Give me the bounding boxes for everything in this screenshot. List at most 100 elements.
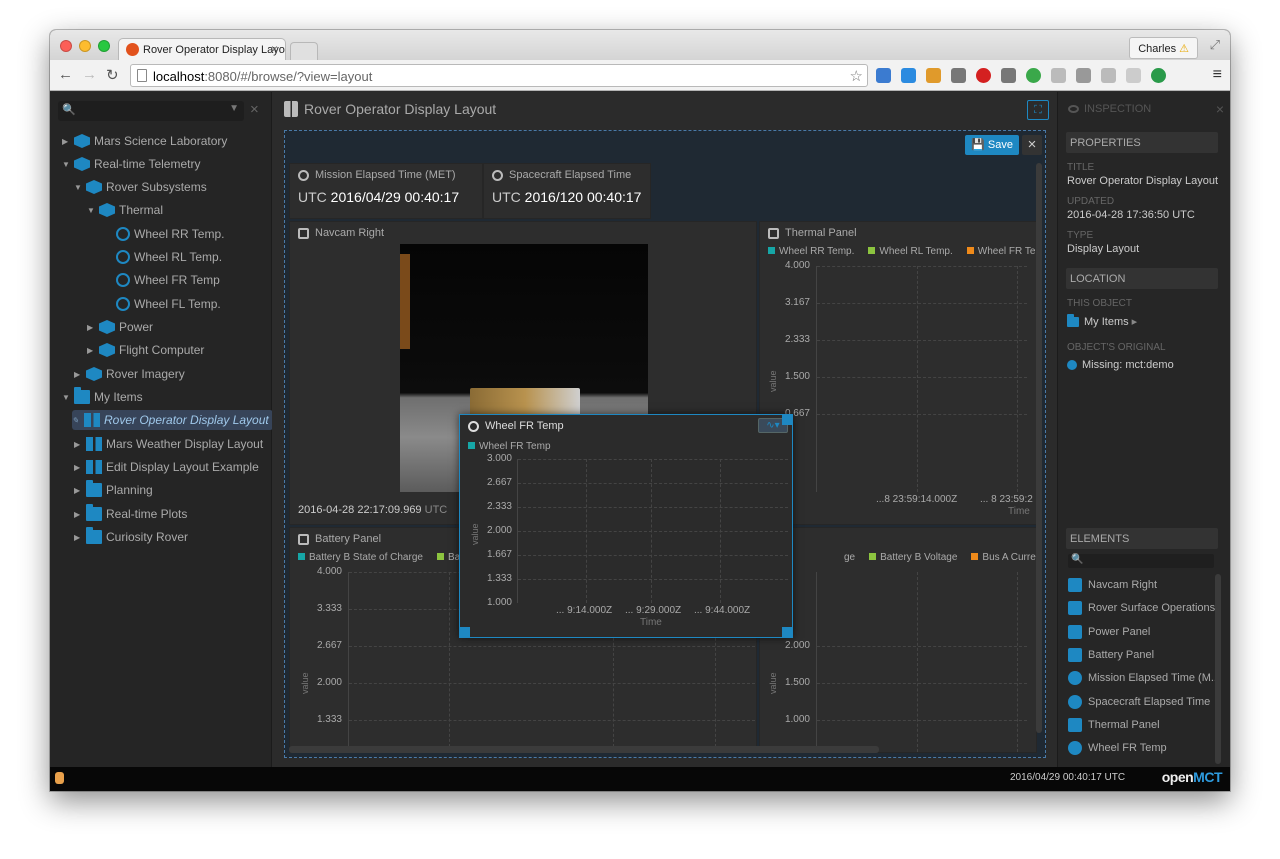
tree-item[interactable]: ▶ Edit Display Layout Example — [74, 457, 259, 477]
type-value: Display Layout — [1067, 243, 1140, 255]
plot-legend: ge Battery B Voltage Bus A Curre — [844, 552, 1036, 563]
recycle-icon[interactable] — [1001, 68, 1016, 83]
extension-icon[interactable] — [976, 68, 991, 83]
y-tick: 2.333 — [486, 501, 512, 512]
pencil-icon: ✎ — [72, 415, 79, 425]
collapse-arrow-icon[interactable]: ▼ — [74, 183, 84, 192]
save-button[interactable]: 💾 Save — [965, 135, 1019, 155]
extension-icon[interactable] — [951, 68, 966, 83]
resize-handle[interactable] — [782, 415, 792, 425]
dropdown-icon[interactable]: ▼ — [229, 103, 239, 114]
element-item[interactable]: Spacecraft Elapsed Time — [1068, 695, 1210, 709]
resize-handle[interactable] — [460, 627, 470, 637]
element-item[interactable]: Battery Panel — [1068, 648, 1154, 662]
expand-arrow-icon[interactable]: ▶ — [74, 440, 84, 449]
tree-item[interactable]: Wheel RL Temp. — [104, 247, 222, 267]
tree-item[interactable]: ▶ Rover Imagery — [74, 364, 185, 384]
zoom-window-button[interactable] — [98, 40, 110, 52]
extension-icon[interactable] — [1026, 68, 1041, 83]
tree-item[interactable]: ▼ Rover Subsystems — [74, 177, 207, 197]
elements-search-input[interactable]: 🔍 — [1068, 554, 1214, 568]
tree-item[interactable]: ▶ Mars Science Laboratory — [62, 131, 227, 151]
tree-item[interactable]: ▶ Curiosity Rover — [74, 527, 188, 547]
collapse-arrow-icon[interactable]: ▼ — [62, 160, 72, 169]
expand-arrow-icon[interactable]: ▶ — [87, 323, 97, 332]
tree-item[interactable]: ▶ Power — [87, 317, 153, 337]
browser-tab[interactable]: Rover Operator Display Layout × — [118, 38, 286, 60]
fullscreen-button[interactable]: ⛶ — [1027, 100, 1049, 120]
collapse-arrow-icon[interactable]: ▼ — [87, 206, 97, 215]
tree-item[interactable]: ▼ My Items — [62, 387, 143, 407]
close-window-button[interactable] — [60, 40, 72, 52]
resize-handle[interactable] — [782, 627, 792, 637]
extension-icon[interactable] — [1126, 68, 1141, 83]
power-plot-area[interactable] — [816, 572, 1027, 752]
close-edit-button[interactable]: × — [1022, 135, 1042, 155]
element-item[interactable]: Wheel FR Temp — [1068, 741, 1167, 755]
element-item[interactable]: Rover Surface Operations — [1068, 601, 1215, 615]
tree-item[interactable]: ▶ Mars Weather Display Layout — [74, 434, 263, 454]
address-bar[interactable]: localhost:8080/#/browse/?view=layout ☆ — [130, 64, 868, 87]
horizontal-scrollbar[interactable] — [289, 746, 879, 753]
reload-icon[interactable]: ↻ — [106, 66, 119, 84]
expand-arrow-icon[interactable]: ▶ — [74, 370, 84, 379]
thermal-plot-area[interactable] — [816, 266, 1027, 492]
this-object-link[interactable]: My Items ▸ — [1067, 313, 1137, 328]
extension-icon[interactable] — [1101, 68, 1116, 83]
expand-arrow-icon[interactable]: ▶ — [74, 510, 84, 519]
element-item[interactable]: Power Panel — [1068, 625, 1150, 639]
extension-icon[interactable] — [926, 68, 941, 83]
image-tz: UTC — [424, 504, 448, 516]
minimize-window-button[interactable] — [79, 40, 91, 52]
folder-icon — [86, 527, 102, 544]
element-item[interactable]: Mission Elapsed Time (M... — [1068, 671, 1220, 685]
back-icon[interactable]: ← — [58, 66, 73, 83]
hamburger-menu-icon[interactable]: ≡ — [1213, 66, 1222, 84]
tree-item[interactable]: ▼ Real-time Telemetry — [62, 154, 200, 174]
element-item[interactable]: Navcam Right — [1068, 578, 1157, 592]
tree-search-input[interactable]: 🔍 ▼ — [58, 101, 244, 121]
expand-arrow-icon[interactable]: ▶ — [74, 463, 84, 472]
tree-item[interactable]: ▶ Flight Computer — [87, 340, 204, 360]
expand-arrow-icon[interactable]: ▶ — [87, 346, 97, 355]
fullscreen-icon[interactable]: ⤢ — [1210, 37, 1220, 53]
inspector-scrollbar[interactable] — [1215, 574, 1221, 764]
database-icon[interactable] — [55, 772, 64, 784]
extension-icon[interactable] — [1076, 68, 1091, 83]
profile-button[interactable]: Charles ⚠ — [1129, 37, 1198, 59]
expand-arrow-icon[interactable]: ▶ — [74, 533, 84, 542]
object-icon — [99, 320, 115, 334]
thermal-panel-frame[interactable]: Thermal Panel Wheel RR Temp. Wheel RL Te… — [759, 221, 1037, 525]
wheel-fr-temp-popup[interactable]: Wheel FR Temp ∿▾ Wheel FR Temp 3.000 2.6… — [459, 414, 793, 638]
new-tab-button[interactable] — [290, 42, 318, 60]
clear-search-icon[interactable]: × — [250, 101, 259, 118]
element-item[interactable]: Thermal Panel — [1068, 718, 1160, 732]
tree-item-selected[interactable]: ✎ Rover Operator Display Layout — [72, 410, 273, 430]
legend-item: Wheel FR Te — [966, 246, 1035, 257]
extension-icon[interactable] — [901, 68, 916, 83]
extension-icon[interactable] — [1151, 68, 1166, 83]
close-inspector-icon[interactable]: × — [1216, 101, 1224, 117]
popup-plot-area[interactable] — [517, 459, 788, 603]
tab-close-icon[interactable]: × — [271, 42, 278, 56]
set-frame[interactable]: Spacecraft Elapsed Time UTC 2016/120 00:… — [483, 163, 651, 219]
power-panel-frame[interactable]: ge Battery B Voltage Bus A Curre 2.000 1… — [759, 527, 1037, 753]
tree-item[interactable]: Wheel FL Temp. — [104, 294, 221, 314]
tree-item[interactable]: ▶ Real-time Plots — [74, 504, 187, 524]
met-frame[interactable]: Mission Elapsed Time (MET) UTC 2016/04/2… — [289, 163, 483, 219]
forward-icon[interactable]: → — [82, 66, 97, 83]
tree-item[interactable]: Wheel RR Temp. — [104, 224, 224, 244]
browser-window: Rover Operator Display Layout × Charles ⚠… — [50, 30, 1230, 791]
collapse-arrow-icon[interactable]: ▼ — [62, 393, 72, 402]
bookmark-star-icon[interactable]: ☆ — [850, 67, 863, 85]
tree-item[interactable]: Wheel FR Temp — [104, 270, 220, 290]
extension-icon[interactable] — [1051, 68, 1066, 83]
tree-item[interactable]: ▶ Planning — [74, 480, 153, 500]
expand-arrow-icon[interactable]: ▶ — [62, 137, 72, 146]
extension-icon[interactable] — [876, 68, 891, 83]
tree-item[interactable]: ▼ Thermal — [87, 200, 163, 220]
original-link[interactable]: Missing: mct:demo — [1067, 359, 1174, 371]
vertical-scrollbar[interactable] — [1036, 163, 1042, 733]
layout-icon — [284, 101, 298, 117]
expand-arrow-icon[interactable]: ▶ — [74, 486, 84, 495]
